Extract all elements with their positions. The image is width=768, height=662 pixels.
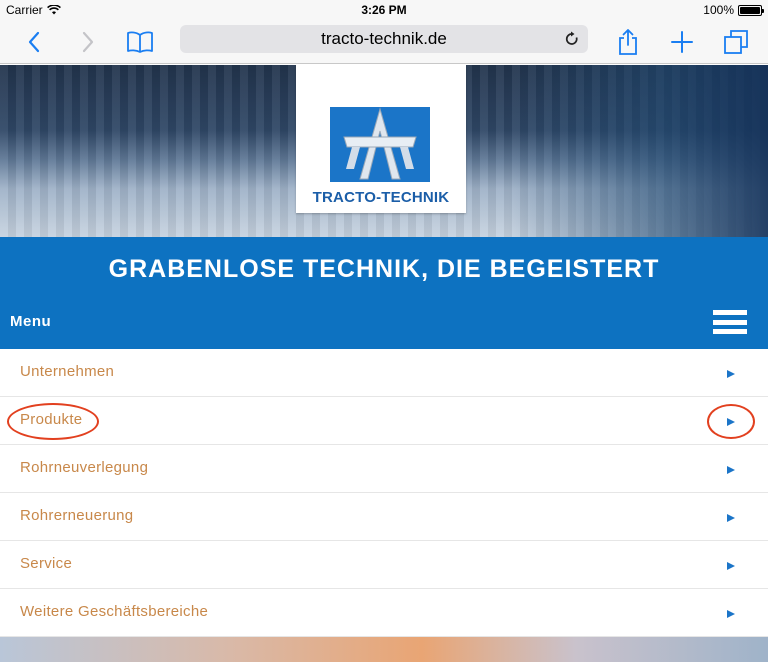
menu-label: Menu xyxy=(10,313,52,330)
menu-item-rohrerneuerung[interactable]: Rohrerneuerung xyxy=(0,493,768,541)
reload-button[interactable] xyxy=(562,29,582,49)
status-bar: Carrier 3:26 PM 100% xyxy=(0,0,768,20)
play-arrow-icon[interactable] xyxy=(727,562,735,570)
menu-item-label: Service xyxy=(20,555,73,572)
menu-item-service[interactable]: Service xyxy=(0,541,768,589)
play-arrow-icon[interactable] xyxy=(727,514,735,522)
hamburger-menu-icon[interactable] xyxy=(713,309,747,335)
menu-item-label: Weitere Geschäftsbereiche xyxy=(20,603,209,620)
logo-tt-icon xyxy=(343,107,417,180)
logo-wordmark: TRACTO-TECHNIK xyxy=(312,189,450,206)
menu-item-weitere-geschaeftsbereiche[interactable]: Weitere Geschäftsbereiche xyxy=(0,589,768,637)
page-headline: GRABENLOSE TECHNIK, DIE BEGEISTERT xyxy=(0,237,768,301)
add-icon xyxy=(671,31,693,53)
menu-list: Unternehmen Produkte Rohrneuverlegung Ro… xyxy=(0,349,768,637)
tabs-icon xyxy=(724,30,748,54)
hero-banner: TRACTO-TECHNIK xyxy=(0,65,768,237)
menu-item-label: Produkte xyxy=(20,411,83,428)
forward-button[interactable] xyxy=(68,20,108,64)
reload-icon xyxy=(565,31,578,45)
menu-bar[interactable]: Menu xyxy=(0,301,768,349)
back-button[interactable] xyxy=(14,20,54,64)
back-icon xyxy=(28,31,40,53)
menu-item-unternehmen[interactable]: Unternehmen xyxy=(0,349,768,397)
tabs-button[interactable] xyxy=(716,20,756,64)
clock: 3:26 PM xyxy=(361,3,407,17)
bookmarks-icon xyxy=(127,31,153,53)
battery-percent: 100% xyxy=(703,3,734,17)
footer-banner-image xyxy=(0,637,768,662)
new-tab-button[interactable] xyxy=(662,20,702,64)
forward-icon xyxy=(82,31,94,53)
menu-item-rohrneuverlegung[interactable]: Rohrneuverlegung xyxy=(0,445,768,493)
menu-item-label: Rohrneuverlegung xyxy=(20,459,149,476)
url-text: tracto-technik.de xyxy=(321,29,447,48)
play-arrow-icon[interactable] xyxy=(727,370,735,378)
play-arrow-icon[interactable] xyxy=(727,610,735,618)
share-icon xyxy=(619,29,637,55)
site-logo[interactable]: TRACTO-TECHNIK xyxy=(296,65,466,213)
menu-item-label: Rohrerneuerung xyxy=(20,507,134,524)
battery-status: 100% xyxy=(703,3,764,17)
browser-toolbar: tracto-technik.de xyxy=(0,20,768,64)
play-arrow-icon[interactable] xyxy=(727,418,735,426)
battery-icon xyxy=(738,4,764,16)
address-bar[interactable]: tracto-technik.de xyxy=(180,25,588,53)
play-arrow-icon[interactable] xyxy=(727,466,735,474)
menu-item-produkte[interactable]: Produkte xyxy=(0,397,768,445)
bookmarks-button[interactable] xyxy=(120,20,160,64)
share-button[interactable] xyxy=(608,20,648,64)
logo-emblem xyxy=(330,107,430,182)
menu-item-label: Unternehmen xyxy=(20,363,115,380)
